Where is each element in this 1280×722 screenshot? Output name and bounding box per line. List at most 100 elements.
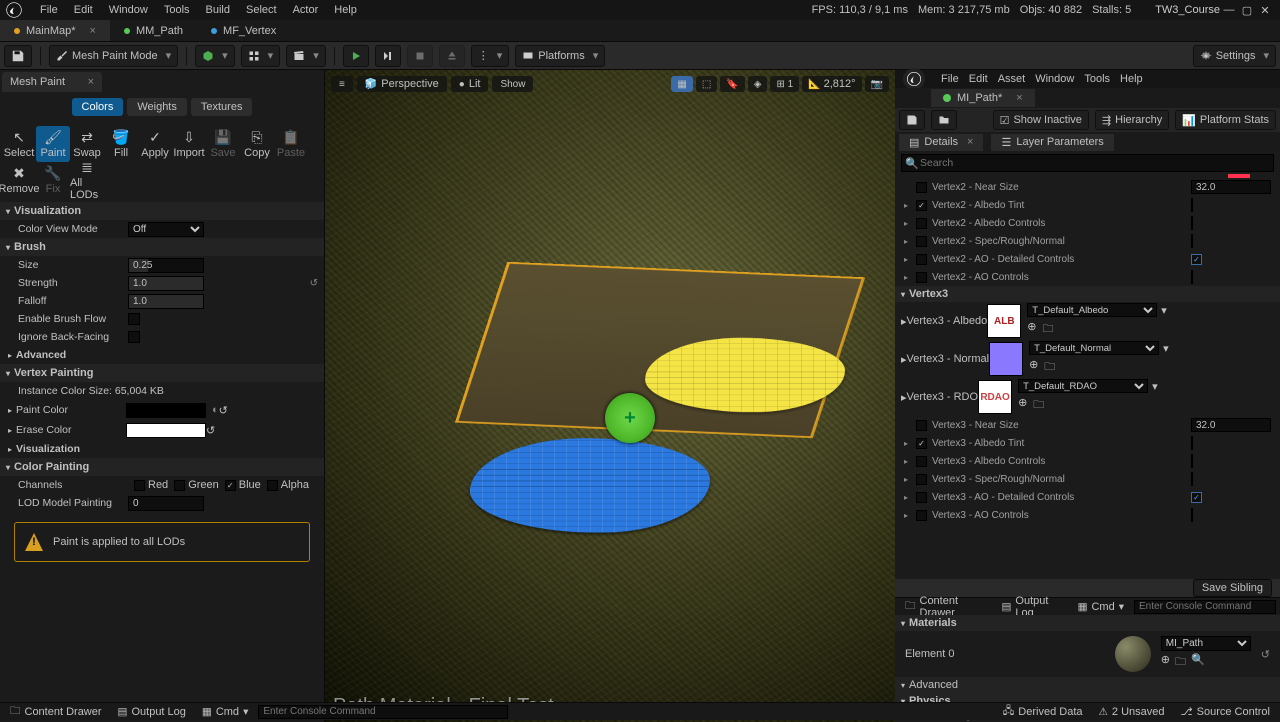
bookmark-button[interactable]: 🔖 [720,76,744,92]
override-checkbox[interactable] [916,182,927,193]
mat-menu-file[interactable]: File [941,73,959,85]
override-checkbox[interactable] [916,420,927,431]
skip-button[interactable] [375,45,401,67]
param-swatch[interactable] [1191,454,1193,468]
save-button[interactable] [899,110,925,130]
channel-green-checkbox[interactable] [174,480,185,491]
tab-layer-parameters[interactable]: ☰ Layer Parameters [991,134,1113,151]
mat-menu-tools[interactable]: Tools [1084,73,1110,85]
show-button[interactable]: Show [492,76,533,92]
lod-painting-input[interactable] [128,496,204,511]
source-control-button[interactable]: ⎇ Source Control [1175,706,1276,718]
materials-section[interactable]: Materials [895,615,1280,631]
browse-button[interactable] [931,110,957,130]
tool-apply[interactable]: ✓Apply [138,126,172,162]
vp-visualization[interactable]: Visualization [16,443,126,455]
use-icon[interactable]: ⊕ [1018,396,1027,415]
override-checkbox[interactable] [916,272,927,283]
show-inactive-button[interactable]: ☑ Show Inactive [993,110,1089,130]
section-brush[interactable]: Brush [0,238,324,256]
tab-details[interactable]: ▤ Details× [899,134,983,151]
tool-paste[interactable]: 📋Paste [274,126,308,162]
tool-select[interactable]: ↖Select [2,126,36,162]
stop-button[interactable] [407,45,433,67]
tool-all-lods[interactable]: ≣All LODs [70,162,104,198]
back-facing-checkbox[interactable] [128,331,140,343]
texture-thumb[interactable] [989,342,1023,376]
mat-menu-edit[interactable]: Edit [969,73,988,85]
camera-speed-button[interactable]: 📷 [865,76,889,92]
brush-advanced-label[interactable]: Advanced [16,349,126,361]
snap-button[interactable]: ◈ [748,76,768,92]
use-icon[interactable]: ⊕ [1029,358,1038,377]
param-value[interactable]: 32.0 [1191,418,1271,432]
reset-icon[interactable]: ↺ [1261,648,1270,661]
texture-thumb[interactable]: RDAO [978,380,1012,414]
size-slider[interactable]: 0.25 [128,258,204,273]
override-checkbox[interactable] [916,254,927,265]
tab-textures[interactable]: Textures [191,98,253,116]
perspective-button[interactable]: 🧊 Perspective [357,76,447,92]
menu-file[interactable]: File [32,4,66,16]
viewport-menu-button[interactable]: ≡ [331,76,353,92]
tool-fix[interactable]: 🔧Fix [36,162,70,198]
console-input[interactable] [258,705,508,719]
grid-button[interactable]: ⊞ 1 [770,76,799,92]
save-sibling-button[interactable]: Save Sibling [1193,579,1272,597]
channel-red-checkbox[interactable] [134,480,145,491]
override-checkbox[interactable] [916,474,927,485]
param-swatch[interactable] [1191,508,1193,522]
param-value[interactable]: 32.0 [1191,180,1271,194]
section-vertex-painting[interactable]: Vertex Painting [0,364,324,382]
tab-weights[interactable]: Weights [127,98,187,116]
play-options-button[interactable]: ⋮ [471,45,510,67]
group-vertex3[interactable]: Vertex3 [895,286,1280,302]
play-button[interactable] [343,45,369,67]
search-icon[interactable]: 🔍 [1191,653,1205,672]
menu-window[interactable]: Window [101,4,156,16]
immersive-button[interactable]: ⬚ [696,76,717,92]
tab-mipath[interactable]: MI_Path*× [931,89,1035,107]
mat-menu-help[interactable]: Help [1120,73,1143,85]
texture-select[interactable]: T_Default_RDAO [1018,379,1148,393]
eject-button[interactable] [439,45,465,67]
section-visualization[interactable]: Visualization [0,202,324,220]
section-color-painting[interactable]: Color Painting [0,458,324,476]
window-maximize-button[interactable]: ▢ [1238,3,1256,17]
angle-snap-button[interactable]: 📐 2,812° [802,76,861,92]
derived-data-button[interactable]: 🖧 Derived Data [997,703,1089,721]
override-checkbox[interactable] [916,456,927,467]
browse-icon[interactable]: 🗀 [1044,358,1055,377]
material-preview-sphere[interactable] [1115,636,1151,672]
menu-tools[interactable]: Tools [156,4,198,16]
channel-blue-checkbox[interactable]: ✓ [225,480,236,491]
override-checkbox[interactable] [916,492,927,503]
tool-fill[interactable]: 🪣Fill [104,126,138,162]
use-icon[interactable]: ⊕ [1027,320,1036,339]
picker-icon[interactable]: ◐ [212,404,219,416]
hierarchy-button[interactable]: ⇶ Hierarchy [1095,110,1169,130]
param-check[interactable]: ✓ [1191,492,1202,503]
advanced-section[interactable]: Advanced [895,677,1280,693]
tool-swap[interactable]: ⇄Swap [70,126,104,162]
menu-select[interactable]: Select [238,4,285,16]
override-checkbox[interactable] [916,236,927,247]
override-checkbox[interactable]: ✓ [916,200,927,211]
window-minimize-button[interactable]: — [1220,3,1238,17]
settings-dropdown[interactable]: Settings [1193,45,1276,67]
param-check[interactable]: ✓ [1191,254,1202,265]
param-swatch[interactable] [1191,270,1193,284]
close-icon[interactable]: × [1016,92,1022,104]
tab-colors[interactable]: Colors [72,98,124,116]
param-swatch[interactable] [1191,436,1193,450]
tool-save[interactable]: 💾Save [206,126,240,162]
menu-edit[interactable]: Edit [66,4,101,16]
game-view-button[interactable]: ▦ [671,76,692,92]
window-close-button[interactable]: ✕ [1256,3,1274,17]
mat-menu-window[interactable]: Window [1035,73,1074,85]
content-drawer-button[interactable]: 🗀 Content Drawer [4,703,108,721]
override-checkbox[interactable] [916,218,927,229]
viewport[interactable]: ≡ 🧊 Perspective ● Lit Show ▦ ⬚ 🔖 ◈ ⊞ 1 📐… [325,70,895,722]
browse-icon[interactable]: 🗀 [1042,320,1053,339]
material-select[interactable]: MI_Path [1161,636,1251,651]
